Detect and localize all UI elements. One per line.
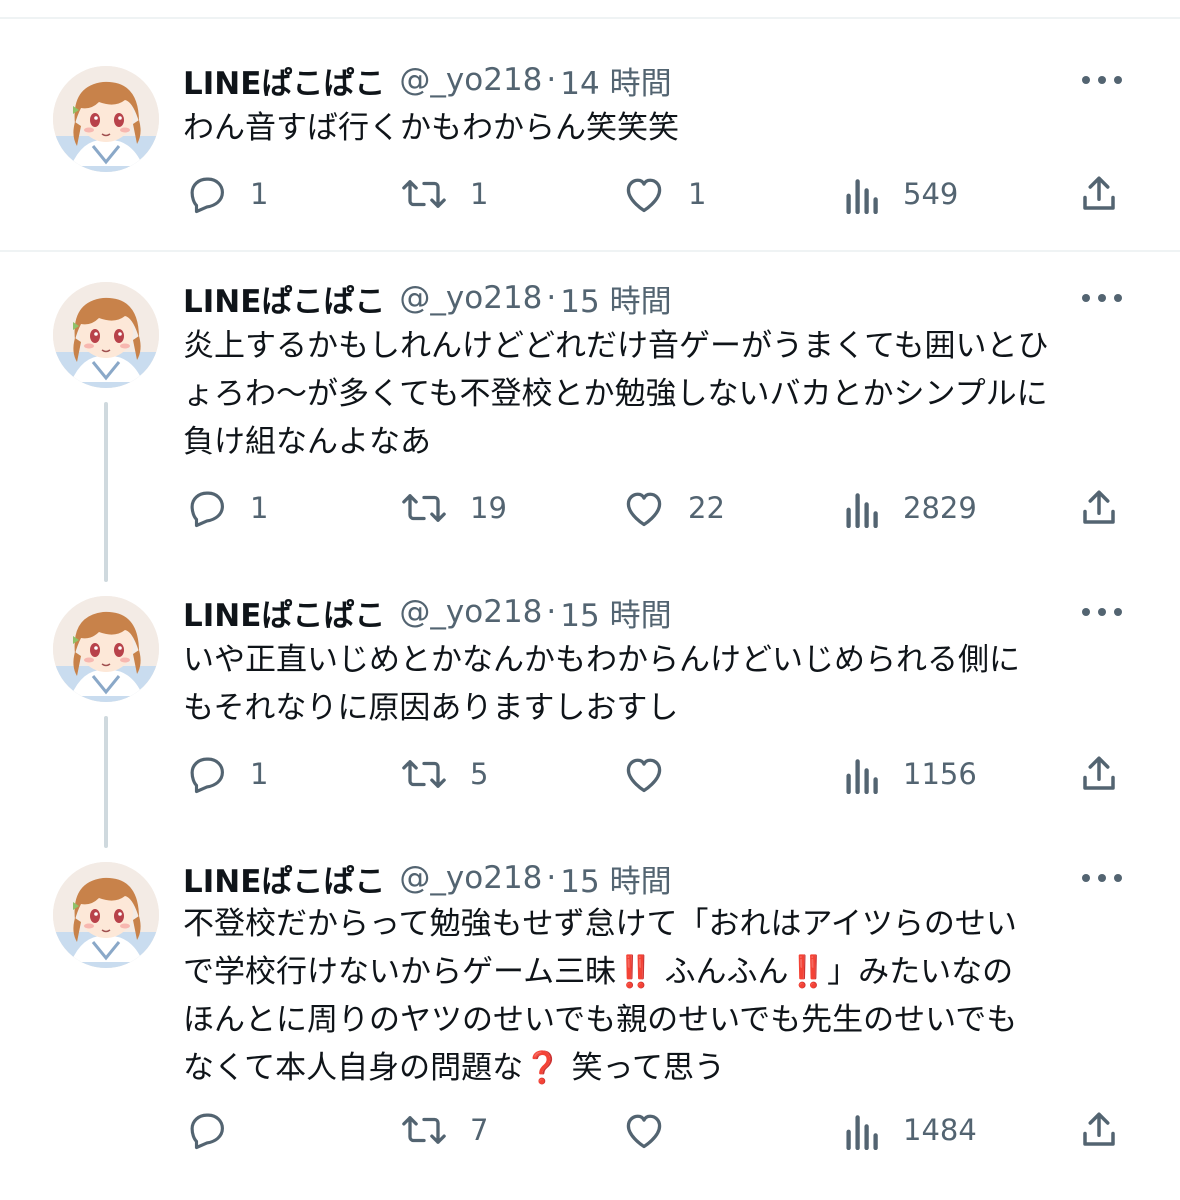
display-name[interactable]: LINEぱこぱこ xyxy=(183,856,385,901)
more-dots-icon[interactable] xyxy=(1082,292,1122,304)
share-button[interactable] xyxy=(1079,172,1119,216)
views-icon xyxy=(846,493,878,528)
tweet-header: LINEぱこぱこ @_yo218 · 15 時間 xyxy=(183,276,672,320)
views-button[interactable]: 1156 xyxy=(845,752,977,796)
user-handle[interactable]: @_yo218 xyxy=(399,62,542,98)
views-button[interactable]: 1484 xyxy=(845,1108,977,1152)
user-handle[interactable]: @_yo218 xyxy=(399,280,542,316)
like-button[interactable]: 22 xyxy=(622,486,725,530)
reply-button[interactable]: 1 xyxy=(186,752,268,796)
tweet-header: LINEぱこぱこ @_yo218 · 15 時間 xyxy=(183,590,672,634)
more-dots-icon[interactable] xyxy=(1082,74,1122,86)
avatar[interactable] xyxy=(53,282,159,388)
tweet-text: 不登校だからって勉強もせず怠けて「おれはアイツらのせい で学校行けないからゲーム… xyxy=(183,900,1133,1092)
tweet-header: LINEぱこぱこ @_yo218 · 15 時間 xyxy=(183,856,672,900)
tweet-text-line: わん音すば行くかもわからん笑笑笑 xyxy=(183,110,679,146)
view-count: 1484 xyxy=(903,1113,977,1147)
retweet-count: 19 xyxy=(470,491,507,525)
like-button[interactable]: 1 xyxy=(622,172,706,216)
user-handle[interactable]: @_yo218 xyxy=(399,594,542,630)
share-button[interactable] xyxy=(1079,752,1119,796)
reply-icon xyxy=(190,757,224,794)
share-button[interactable] xyxy=(1079,486,1119,530)
heart-icon xyxy=(626,178,662,213)
share-icon xyxy=(1083,176,1115,210)
reply-count: 1 xyxy=(250,177,269,211)
thread-connector xyxy=(104,402,108,582)
timestamp[interactable]: 15 時間 xyxy=(560,856,671,901)
tweet-divider xyxy=(0,250,1180,252)
thread-connector xyxy=(104,716,108,848)
tweet-text-line: いや正直いじめとかなんかもわからんけどいじめられる側に xyxy=(183,642,1020,678)
view-count: 2829 xyxy=(903,491,977,525)
tweet-text-line: ょろわ〜が多くても不登校とか勉強しないバカとかシンプルに xyxy=(183,376,1048,412)
retweet-button[interactable]: 7 xyxy=(400,1108,488,1152)
more-dots-icon[interactable] xyxy=(1082,872,1122,884)
reply-icon xyxy=(190,491,224,528)
reply-icon xyxy=(190,177,224,214)
retweet-button[interactable]: 1 xyxy=(400,172,488,216)
share-icon xyxy=(1083,1112,1115,1146)
retweet-icon xyxy=(402,180,446,208)
retweet-count: 5 xyxy=(470,757,489,791)
retweet-icon xyxy=(402,760,446,788)
retweet-icon xyxy=(402,494,446,522)
view-count: 1156 xyxy=(903,757,977,791)
top-divider xyxy=(0,17,1180,19)
heart-icon xyxy=(626,758,662,793)
views-icon xyxy=(846,759,878,794)
display-name[interactable]: LINEぱこぱこ xyxy=(183,58,385,103)
share-icon xyxy=(1083,756,1115,790)
tweet-text-line: で学校行けないからゲーム三昧‼️ ふんふん‼️」みたいなの xyxy=(183,954,1014,990)
tweet-text-line: ほんとに周りのヤツのせいでも親のせいでも先生のせいでも xyxy=(183,1002,1018,1038)
separator: · xyxy=(546,860,557,896)
reply-icon xyxy=(190,1113,224,1150)
retweet-count: 1 xyxy=(470,177,489,211)
heart-icon xyxy=(626,492,662,527)
tweet-text: 炎上するかもしれんけどどれだけ音ゲーがうまくても囲いとひ ょろわ〜が多くても不登… xyxy=(183,322,1133,466)
avatar[interactable] xyxy=(53,66,159,172)
tweet-header: LINEぱこぱこ @_yo218 · 14 時間 xyxy=(183,58,672,102)
tweet-text-line: なくて本人自身の問題な❓ 笑って思う xyxy=(183,1050,725,1086)
views-button[interactable]: 549 xyxy=(845,172,958,216)
retweet-button[interactable]: 5 xyxy=(400,752,488,796)
separator: · xyxy=(546,594,557,630)
user-handle[interactable]: @_yo218 xyxy=(399,860,542,896)
tweet-text-line: 炎上するかもしれんけどどれだけ音ゲーがうまくても囲いとひ xyxy=(183,328,1049,364)
retweet-icon xyxy=(402,1116,446,1144)
separator: · xyxy=(546,62,557,98)
tweet-text-line: もそれなりに原因ありますしおすし xyxy=(183,690,679,726)
views-icon xyxy=(846,179,878,214)
reply-count: 1 xyxy=(250,491,269,525)
reply-button[interactable]: 1 xyxy=(186,172,268,216)
separator: · xyxy=(546,280,557,316)
heart-icon xyxy=(626,1114,662,1149)
timestamp[interactable]: 15 時間 xyxy=(560,276,671,321)
like-count: 1 xyxy=(688,177,707,211)
tweet-text-line: 不登校だからって勉強もせず怠けて「おれはアイツらのせい xyxy=(183,906,1017,942)
like-button[interactable] xyxy=(622,752,688,796)
share-button[interactable] xyxy=(1079,1108,1119,1152)
tweet-text: わん音すば行くかもわからん笑笑笑 xyxy=(183,104,1133,152)
reply-button[interactable]: 1 xyxy=(186,486,268,530)
timestamp[interactable]: 15 時間 xyxy=(560,590,671,635)
display-name[interactable]: LINEぱこぱこ xyxy=(183,276,385,321)
avatar[interactable] xyxy=(53,596,159,702)
tweet-text: いや正直いじめとかなんかもわからんけどいじめられる側に もそれなりに原因あります… xyxy=(183,636,1133,732)
tweet-text-line: 負け組なんよなあ xyxy=(183,424,431,460)
more-dots-icon[interactable] xyxy=(1082,606,1122,618)
retweet-count: 7 xyxy=(470,1113,489,1147)
avatar[interactable] xyxy=(53,862,159,968)
display-name[interactable]: LINEぱこぱこ xyxy=(183,590,385,635)
like-button[interactable] xyxy=(622,1108,688,1152)
reply-button[interactable] xyxy=(186,1108,250,1152)
retweet-button[interactable]: 19 xyxy=(400,486,507,530)
reply-count: 1 xyxy=(250,757,269,791)
view-count: 549 xyxy=(903,177,959,211)
like-count: 22 xyxy=(688,491,725,525)
share-icon xyxy=(1083,490,1115,524)
views-button[interactable]: 2829 xyxy=(845,486,977,530)
views-icon xyxy=(846,1115,878,1150)
timestamp[interactable]: 14 時間 xyxy=(560,58,671,103)
